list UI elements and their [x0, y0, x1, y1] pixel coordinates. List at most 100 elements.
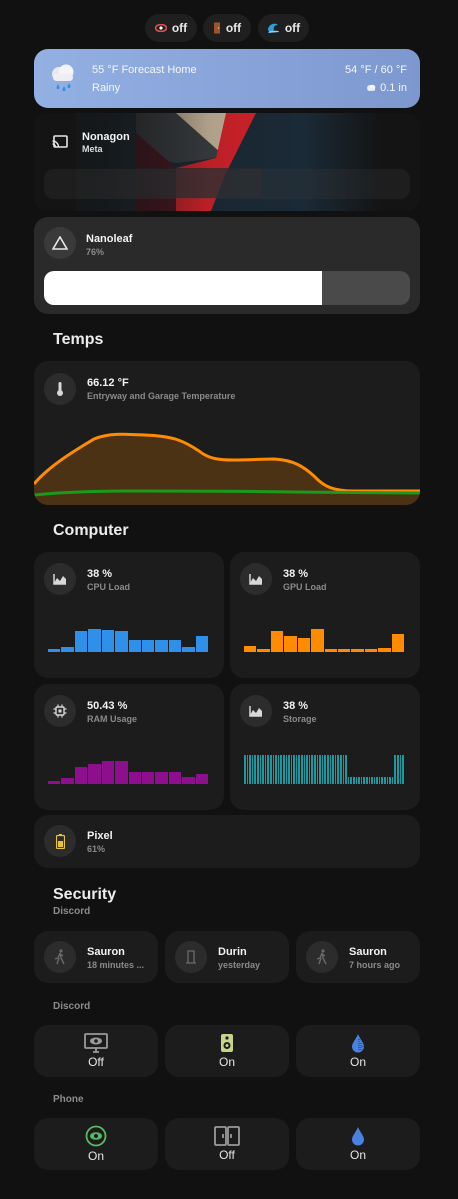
door-closed-icon [186, 950, 196, 964]
sparkline-bar [334, 755, 337, 784]
sparkline-bar [391, 777, 394, 784]
sparkline-bar [371, 777, 373, 784]
sparkline-bar [358, 777, 360, 784]
security-section-title: Security [53, 886, 117, 903]
phone-eye-button[interactable]: On [34, 1118, 158, 1170]
ram-usage-card[interactable]: 50.43 % RAM Usage [34, 684, 224, 810]
sparkline-bar [301, 755, 303, 784]
nanoleaf-level: 76% [86, 247, 105, 257]
security-tile-when: yesterday [218, 960, 261, 970]
sparkline-bar [168, 640, 182, 652]
weather-card[interactable]: 55 °F Forecast Home Rainy 54 °F / 60 °F … [34, 49, 420, 108]
walk-icon-button[interactable] [44, 941, 76, 973]
small-rain-icon [367, 84, 376, 91]
discord-monitor-button[interactable]: Off [34, 1025, 158, 1077]
gpu-load-icon-button[interactable] [240, 563, 272, 595]
phone-eye-label: On [87, 1149, 104, 1163]
sparkline-bar [259, 755, 262, 784]
sparkline-bar [290, 755, 293, 784]
sparkline-bar [115, 631, 128, 652]
temperature-card[interactable]: 66.12 °F Entryway and Garage Temperature [34, 361, 420, 505]
sparkline-bar [391, 634, 405, 652]
sparkline-bar [394, 755, 397, 784]
media-player-card[interactable]: Nonagon Meta [34, 113, 420, 211]
sparkline-bar [324, 649, 337, 652]
chip-eye-state: off [171, 21, 188, 35]
chip-door[interactable]: off [203, 14, 251, 42]
storage-sparkline [244, 752, 404, 784]
sparkline-bar [284, 636, 297, 652]
security-tile-sauron-2[interactable]: Sauron 7 hours ago [296, 931, 420, 983]
media-controls-bar[interactable] [44, 169, 410, 199]
pixel-name: Pixel [87, 830, 113, 842]
sparkline-bar [262, 755, 264, 784]
pixel-battery-card[interactable]: Pixel 61% [34, 815, 420, 868]
sparkline-bar [141, 772, 155, 784]
sparkline-bar [402, 755, 404, 784]
monitor-eye-icon [84, 1033, 108, 1053]
walk-icon [316, 949, 327, 965]
phone-wardrobe-label: Off [219, 1148, 235, 1162]
phone-water-label: On [349, 1148, 366, 1162]
sparkline-bar [332, 755, 334, 784]
sparkline-bar [297, 638, 311, 652]
discord-water-button[interactable]: On [296, 1025, 420, 1077]
eye-circle-icon [85, 1125, 107, 1147]
sparkline-bar [360, 777, 363, 784]
sparkline-bar [275, 755, 277, 784]
sparkline-bar [267, 755, 269, 784]
sparkline-bar [269, 755, 272, 784]
nanoleaf-icon-button[interactable] [44, 227, 76, 259]
door-icon-button[interactable] [175, 941, 207, 973]
temperature-icon-button[interactable] [44, 373, 76, 405]
media-artist: Meta [82, 144, 103, 154]
sparkline-bar [373, 777, 376, 784]
sparkline-bar [389, 777, 391, 784]
ram-usage-icon-button[interactable] [44, 695, 76, 727]
walk-icon-button[interactable] [306, 941, 338, 973]
sparkline-bar [195, 774, 209, 784]
brightness-slider[interactable] [44, 271, 410, 305]
sparkline-bar [141, 640, 155, 652]
ram-usage-value: 50.43 % [87, 700, 128, 712]
ram-usage-sparkline [48, 752, 209, 784]
security-tile-durin[interactable]: Durin yesterday [165, 931, 289, 983]
battery-icon-button[interactable] [44, 825, 76, 857]
sparkline-bar [244, 646, 257, 652]
sparkline-bar [128, 640, 141, 652]
sparkline-bar [182, 647, 195, 652]
sparkline-bar [378, 648, 391, 652]
phone-buttons-title: Phone [53, 1094, 84, 1105]
cast-icon[interactable] [52, 135, 68, 149]
sparkline-bar [339, 755, 342, 784]
cpu-load-value: 38 % [87, 568, 113, 580]
sparkline-bar [244, 755, 246, 784]
sparkline-bar [272, 755, 275, 784]
phone-wardrobe-button[interactable]: Off [165, 1118, 289, 1170]
storage-card[interactable]: 38 % Storage [230, 684, 420, 810]
storage-icon-button[interactable] [240, 695, 272, 727]
speaker-icon [221, 1034, 233, 1052]
sparkline-bar [384, 777, 386, 784]
chart-icon [249, 574, 262, 585]
cpu-load-card[interactable]: 38 % CPU Load [34, 552, 224, 678]
sparkline-bar [355, 777, 358, 784]
sparkline-bar [277, 755, 280, 784]
chip-water[interactable]: off [258, 14, 309, 42]
brightness-slider-fill [44, 271, 323, 305]
chip-eye[interactable]: off [145, 14, 197, 42]
sparkline-bar [256, 755, 259, 784]
discord-speaker-button[interactable]: On [165, 1025, 289, 1077]
triangle-icon [52, 236, 68, 250]
water-icon [267, 23, 279, 33]
temperature-name: Entryway and Garage Temperature [87, 391, 236, 401]
temperature-value: 66.12 °F [87, 377, 129, 389]
security-tile-sauron-1[interactable]: Sauron 18 minutes ... [34, 931, 158, 983]
gpu-load-card[interactable]: 38 % GPU Load [230, 552, 420, 678]
nanoleaf-light-card[interactable]: Nanoleaf 76% [34, 217, 420, 314]
cpu-load-icon-button[interactable] [44, 563, 76, 595]
phone-water-button[interactable]: On [296, 1118, 420, 1170]
weather-condition: Rainy [92, 82, 121, 94]
sparkline-bar [329, 755, 332, 784]
discord-speaker-label: On [218, 1055, 235, 1069]
